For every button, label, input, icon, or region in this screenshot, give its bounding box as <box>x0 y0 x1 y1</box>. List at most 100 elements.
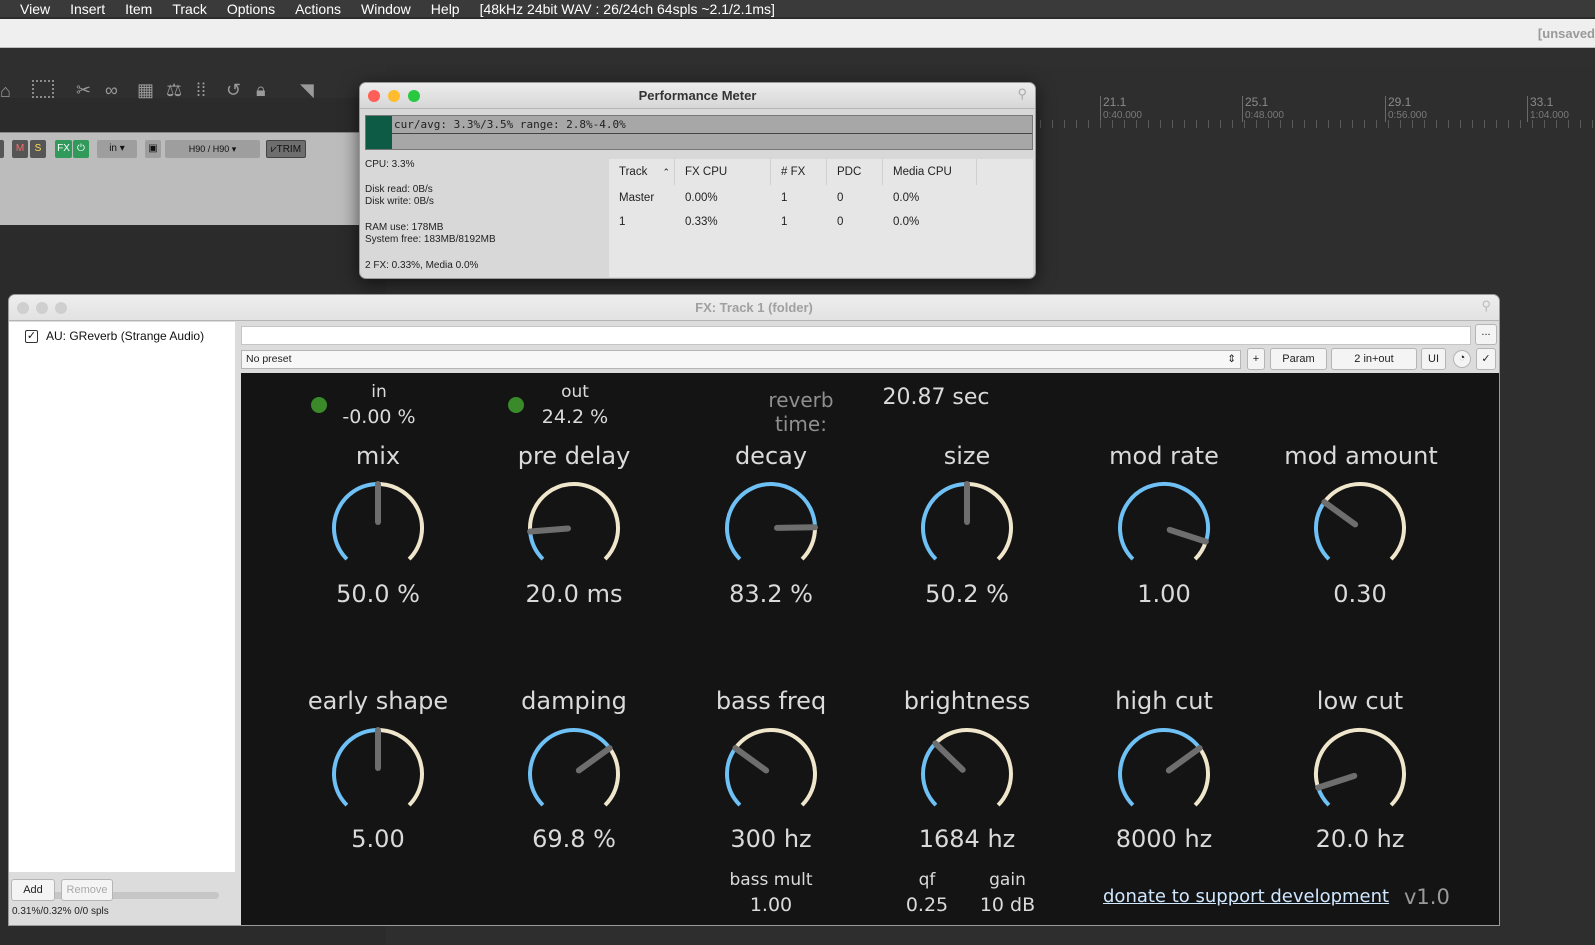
donate-link[interactable]: donate to support development <box>1103 886 1389 907</box>
input-button[interactable]: in ▾ <box>97 140 137 158</box>
knob-pointer <box>527 525 572 535</box>
col-header-pdc[interactable]: PDC <box>827 159 883 185</box>
bass-mult-value[interactable]: 1.00 <box>716 894 826 916</box>
disk-write-stat: Disk write: 0B/s <box>365 196 434 207</box>
qf-value[interactable]: 0.25 <box>897 894 957 916</box>
grid-icon[interactable]: ▦ <box>137 80 154 101</box>
snap-icon[interactable]: ⁞⁞ <box>196 80 206 101</box>
menu-help[interactable]: Help <box>431 1 460 17</box>
maximize-icon[interactable] <box>408 90 420 102</box>
ui-button[interactable]: UI <box>1421 348 1446 370</box>
early-shape-knob[interactable] <box>328 724 428 824</box>
param-button[interactable]: Param <box>1270 348 1327 370</box>
high-cut-knob[interactable] <box>1114 724 1214 824</box>
window-title: FX: Track 1 (folder) <box>9 295 1499 321</box>
knob-active-arc <box>528 531 545 561</box>
input-device-select[interactable]: H90 / H90 ▾ <box>165 140 260 158</box>
knob-graphic <box>1118 728 1210 807</box>
system-free-stat: System free: 183MB/8192MB <box>365 234 496 245</box>
io-button[interactable]: 2 in+out <box>1331 348 1417 370</box>
cpu-graph-text: cur/avg: 3.3%/3.5% range: 2.8%-4.0% <box>394 118 626 131</box>
window-title: Performance Meter <box>360 83 1035 109</box>
trim-button[interactable]: ⩗TRIM <box>266 140 306 158</box>
greverb-plugin-ui[interactable]: in -0.00 % out 24.2 % reverb time: 20.87… <box>241 373 1499 925</box>
table-row[interactable]: Master 0.00% 1 0 0.0% <box>609 186 1033 210</box>
menu-item[interactable]: Item <box>125 1 152 17</box>
knob-value-mod-amount: 0.30 <box>1333 580 1387 608</box>
fx-button[interactable]: FX <box>55 140 72 158</box>
solo-button[interactable]: S <box>30 140 46 158</box>
gain-value[interactable]: 10 dB <box>970 894 1045 916</box>
maximize-icon[interactable] <box>55 302 67 314</box>
input-fx-icon[interactable]: ▣ <box>145 140 161 158</box>
bypass-checkbox[interactable]: ✓ <box>1476 348 1496 370</box>
preset-select[interactable]: No preset ⇕ <box>241 350 1241 369</box>
menu-window[interactable]: Window <box>361 1 411 17</box>
knob-graphic <box>527 482 620 561</box>
close-icon[interactable] <box>368 90 380 102</box>
knob-rest-arc <box>1193 746 1210 807</box>
close-icon[interactable] <box>17 302 29 314</box>
pin-icon[interactable]: ⚲ <box>1017 86 1027 102</box>
menu-insert[interactable]: Insert <box>70 1 105 17</box>
knob-label-pre-delay: pre delay <box>517 442 631 470</box>
decay-knob[interactable] <box>721 478 821 578</box>
fx-window[interactable]: FX: Track 1 (folder) ⚲ ✓ AU: GReverb (St… <box>8 294 1500 926</box>
size-knob[interactable] <box>917 478 1017 578</box>
pre-delay-knob[interactable] <box>524 478 624 578</box>
col-header-track[interactable]: Track ⌃ <box>609 159 675 185</box>
menu-track[interactable]: Track <box>172 1 206 17</box>
fx-bypass-icon[interactable]: ⏻ <box>73 140 89 158</box>
menu-view[interactable]: View <box>20 1 50 17</box>
wet-knob-icon[interactable]: ◔ <box>1453 350 1471 368</box>
damping-knob[interactable] <box>524 724 624 824</box>
add-fx-button[interactable]: Add <box>11 879 55 901</box>
track-record-arm-button[interactable] <box>0 140 4 158</box>
minimize-icon[interactable] <box>388 90 400 102</box>
brightness-knob[interactable] <box>917 724 1017 824</box>
mod-amount-knob[interactable] <box>1310 478 1410 578</box>
more-options-button[interactable]: ... <box>1475 324 1497 345</box>
knob-active-arc <box>1118 482 1210 561</box>
mix-knob[interactable] <box>328 478 428 578</box>
envelope-icon[interactable]: ⌂ <box>0 81 11 102</box>
knob-value-bass-freq: 300 hz <box>730 825 812 853</box>
minimize-icon[interactable] <box>36 302 48 314</box>
knob-rest-arc <box>377 728 424 807</box>
fx-chain-item[interactable]: ✓ AU: GReverb (Strange Audio) <box>25 329 204 343</box>
low-cut-knob[interactable] <box>1310 724 1410 824</box>
bass-freq-knob[interactable] <box>721 724 821 824</box>
split-icon[interactable]: ✂ <box>76 80 91 101</box>
knob-graphic <box>332 481 424 561</box>
menu-options[interactable]: Options <box>227 1 275 17</box>
link-icon[interactable]: ∞ <box>105 80 118 101</box>
lock-icon[interactable]: 🔒︎ <box>256 80 266 101</box>
ripple-icon[interactable]: ⚖ <box>166 80 182 101</box>
mute-button[interactable]: M <box>12 140 28 158</box>
mod-rate-knob[interactable] <box>1114 478 1214 578</box>
fx-param-input[interactable] <box>241 326 1471 345</box>
performance-meter-window[interactable]: Performance Meter ⚲ cur/avg: 3.3%/3.5% r… <box>359 82 1036 279</box>
cell-track: 1 <box>619 216 626 228</box>
col-header-fx-count[interactable]: # FX <box>771 159 827 185</box>
metronome-icon[interactable]: ◥ <box>300 80 314 101</box>
col-header-fx-cpu[interactable]: FX CPU <box>675 159 771 185</box>
track-control-panel[interactable]: M S FX ⏻ in ▾ ▣ H90 / H90 ▾ ⩗TRIM <box>0 132 360 225</box>
menu-actions[interactable]: Actions <box>295 1 341 17</box>
knob-rest-arc <box>966 482 1013 561</box>
ruler-mark: 21.1 0:40.000 <box>1100 96 1142 122</box>
col-header-media-cpu[interactable]: Media CPU <box>883 159 977 185</box>
loop-icon[interactable]: ↺ <box>226 80 241 101</box>
fx-enable-checkbox[interactable]: ✓ <box>25 329 38 343</box>
timeline-ruler[interactable]: 21.1 0:40.000 25.1 0:48.000 29.1 0:56.000 3… <box>1040 96 1595 132</box>
knob-graphic <box>1314 728 1406 807</box>
table-row[interactable]: 1 0.33% 1 0 0.0% <box>609 210 1033 234</box>
pin-icon[interactable]: ⚲ <box>1481 298 1491 314</box>
knob-pointer <box>575 745 613 774</box>
knob-label-mix: mix <box>355 442 401 470</box>
remove-fx-button[interactable]: Remove <box>61 879 113 901</box>
perf-table[interactable]: Track ⌃ FX CPU # FX PDC Media CPU Master… <box>609 159 1033 277</box>
fx-chain-list[interactable]: ✓ AU: GReverb (Strange Audio) <box>9 322 235 899</box>
marquee-select-icon[interactable] <box>32 80 54 98</box>
preset-add-button[interactable]: + <box>1247 348 1265 370</box>
